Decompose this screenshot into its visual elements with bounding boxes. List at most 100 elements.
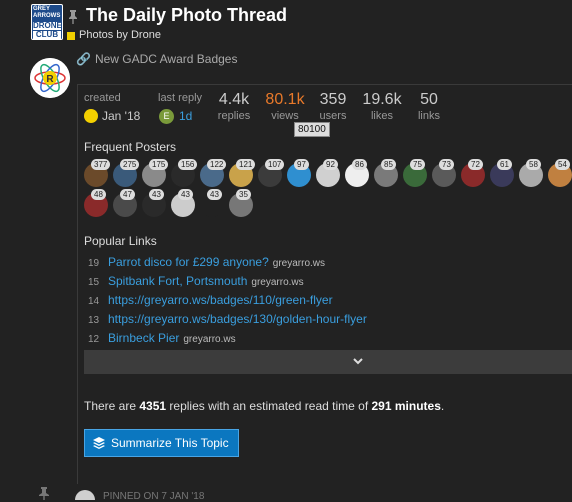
post-link[interactable]: 🔗 New GADC Award Badges xyxy=(76,52,237,66)
frequent-poster-avatar[interactable]: 43 xyxy=(142,189,166,217)
popular-link-title[interactable]: Spitbank Fort, Portsmouth xyxy=(108,274,247,288)
last-reply-avatar[interactable]: E xyxy=(159,109,174,124)
category-badge-icon xyxy=(67,32,75,40)
frequent-poster-avatar[interactable]: 97 xyxy=(287,159,311,187)
poster-post-count: 35 xyxy=(236,189,251,200)
read-time-replies: 4351 xyxy=(139,399,167,413)
popular-link-item[interactable]: 15 Spitbank Fort, Portsmouth greyarro.ws xyxy=(84,272,572,291)
frequent-poster-avatar[interactable]: 43 xyxy=(200,189,224,217)
frequent-poster-avatar[interactable]: 156 xyxy=(171,159,198,187)
stat-links-label: links xyxy=(417,110,440,122)
frequent-poster-avatar[interactable]: 61 xyxy=(490,159,514,187)
created-value: Jan '18 xyxy=(102,109,141,123)
stat-users-label: users xyxy=(319,110,347,122)
stat-views-label: views xyxy=(271,110,299,122)
logo-text-line2: ARROWS xyxy=(33,13,61,19)
expand-links-button[interactable] xyxy=(84,350,572,374)
frequent-poster-avatar[interactable]: 73 xyxy=(432,159,456,187)
popular-link-domain: greyarro.ws xyxy=(272,258,326,269)
frequent-poster-avatar[interactable]: 121 xyxy=(229,159,256,187)
frequent-poster-avatar[interactable]: 58 xyxy=(519,159,543,187)
popular-link-title[interactable]: Parrot disco for £299 anyone? xyxy=(108,255,269,269)
stat-users: 359 users xyxy=(314,91,352,122)
stat-views: 80.1k views xyxy=(262,91,308,122)
poster-post-count: 43 xyxy=(149,189,164,200)
popular-link-domain: greyarro.ws xyxy=(251,277,304,288)
created-avatar[interactable] xyxy=(84,109,98,123)
poster-post-count: 75 xyxy=(410,159,425,170)
popular-link-item[interactable]: 13 https://greyarro.ws/badges/130/golden-… xyxy=(84,310,572,329)
atom-logo-icon: R xyxy=(30,58,70,98)
popular-link-item[interactable]: 12 Birnbeck Pier greyarro.ws xyxy=(84,329,572,348)
read-time-minutes: 291 minutes xyxy=(371,399,441,413)
next-post-avatar[interactable] xyxy=(75,490,95,500)
popular-link-count: 13 xyxy=(88,315,100,326)
poster-post-count: 61 xyxy=(497,159,512,170)
poster-post-count: 48 xyxy=(91,189,106,200)
read-time-text: There are 4351 replies with an estimated… xyxy=(84,399,444,413)
popular-link-title[interactable]: https://greyarro.ws/badges/110/green-fly… xyxy=(108,293,333,307)
popular-link-title[interactable]: https://greyarro.ws/badges/130/golden-ho… xyxy=(108,312,367,326)
poster-post-count: 275 xyxy=(120,159,140,170)
frequent-poster-avatar[interactable]: 275 xyxy=(113,159,140,187)
logo-text-line3: DRONE xyxy=(33,21,62,30)
frequent-poster-avatar[interactable]: 75 xyxy=(403,159,427,187)
poster-post-count: 97 xyxy=(294,159,309,170)
poster-post-count: 156 xyxy=(178,159,198,170)
stat-replies-number: 4.4k xyxy=(218,91,250,108)
poster-post-count: 85 xyxy=(381,159,396,170)
frequent-poster-avatar[interactable]: 43 xyxy=(171,189,195,217)
stat-links-number: 50 xyxy=(420,91,438,108)
summarize-topic-label: Summarize This Topic xyxy=(111,436,229,450)
popular-link-title[interactable]: Birnbeck Pier xyxy=(108,331,179,345)
summarize-topic-button[interactable]: Summarize This Topic xyxy=(84,429,239,457)
poster-post-count: 107 xyxy=(265,159,285,170)
poster-post-count: 47 xyxy=(120,189,135,200)
pin-icon xyxy=(69,10,77,24)
popular-link-item[interactable]: 19 Parrot disco for £299 anyone? greyarro.… xyxy=(84,253,572,272)
poster-post-count: 43 xyxy=(207,189,222,200)
frequent-poster-avatar[interactable]: 35 xyxy=(229,189,253,217)
category-link[interactable]: Photos by Drone xyxy=(79,29,161,41)
stat-replies-label: replies xyxy=(217,110,251,122)
frequent-poster-avatar[interactable]: 48 xyxy=(84,189,108,217)
poster-post-count: 92 xyxy=(323,159,338,170)
frequent-posters-title: Frequent Posters xyxy=(84,140,177,154)
stat-users-number: 359 xyxy=(319,91,347,108)
frequent-poster-avatar[interactable]: 107 xyxy=(258,159,285,187)
popular-links-title: Popular Links xyxy=(84,234,157,248)
frequent-poster-avatar[interactable]: 47 xyxy=(113,189,137,217)
poster-post-count: 86 xyxy=(352,159,367,170)
frequent-poster-avatar[interactable]: 85 xyxy=(374,159,398,187)
layers-icon xyxy=(93,437,105,449)
popular-link-count: 19 xyxy=(88,258,100,269)
read-time-suffix: . xyxy=(440,399,445,413)
frequent-poster-avatar[interactable]: 92 xyxy=(316,159,340,187)
logo-text-line4: CLUB xyxy=(33,31,61,39)
poster-post-count: 58 xyxy=(526,159,541,170)
frequent-poster-avatar[interactable]: 377 xyxy=(84,159,111,187)
chevron-down-icon xyxy=(353,358,363,365)
stat-likes: 19.6k likes xyxy=(359,91,405,122)
poster-post-count: 175 xyxy=(149,159,169,170)
site-logo[interactable]: GREY ARROWS DRONE CLUB xyxy=(31,4,63,40)
stat-likes-label: likes xyxy=(370,110,393,122)
poster-post-count: 122 xyxy=(207,159,227,170)
link-icon: 🔗 xyxy=(76,52,91,66)
popular-link-item[interactable]: 14 https://greyarro.ws/badges/110/green-f… xyxy=(84,291,572,310)
last-reply-label: last reply xyxy=(158,92,203,104)
popular-link-count: 12 xyxy=(88,334,100,345)
pinned-notice: PINNED ON 7 JAN '18 xyxy=(103,491,205,502)
post-link-text: New GADC Award Badges xyxy=(94,52,238,66)
frequent-poster-avatar[interactable]: 86 xyxy=(345,159,369,187)
stat-links: 50 links xyxy=(412,91,446,122)
frequent-poster-avatar[interactable]: 72 xyxy=(461,159,485,187)
frequent-poster-avatar[interactable]: 54 xyxy=(548,159,572,187)
last-reply-value[interactable]: 1d xyxy=(179,109,192,123)
author-avatar[interactable]: R xyxy=(30,58,70,98)
topic-title[interactable]: The Daily Photo Thread xyxy=(86,5,287,26)
poster-post-count: 72 xyxy=(468,159,483,170)
logo-text-line1: GREY xyxy=(33,6,51,12)
frequent-poster-avatar[interactable]: 175 xyxy=(142,159,169,187)
frequent-poster-avatar[interactable]: 122 xyxy=(200,159,227,187)
